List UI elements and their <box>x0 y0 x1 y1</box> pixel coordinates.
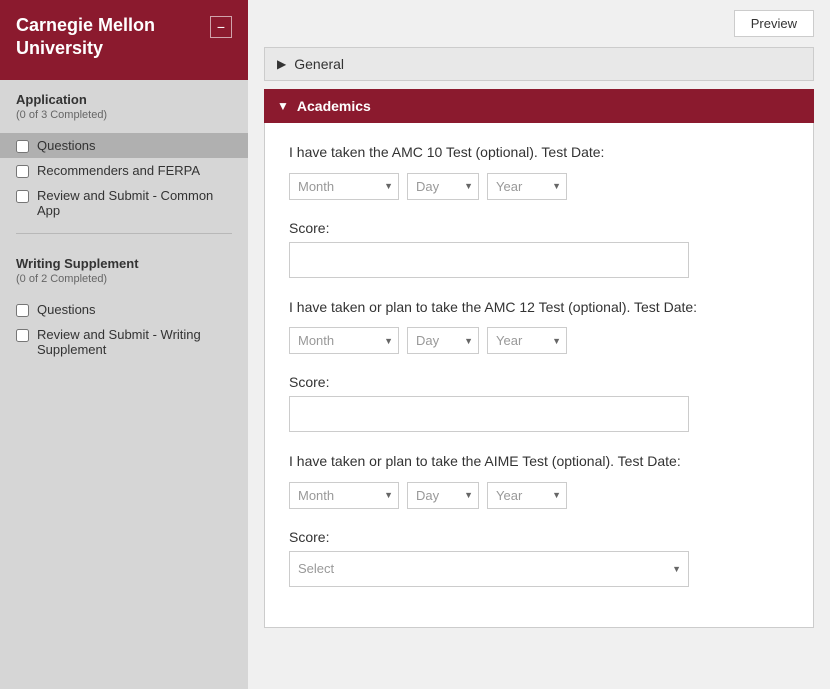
aime-year-wrapper: Year <box>487 482 567 509</box>
sidebar-header: Carnegie Mellon University − <box>0 0 248 80</box>
aime-score-select-wrapper: Select <box>289 551 689 587</box>
sidebar-item-ws-review[interactable]: Review and Submit - Writing Supplement <box>0 322 248 362</box>
aime-month-wrapper: Month <box>289 482 399 509</box>
general-arrow-icon: ▶ <box>277 57 286 71</box>
application-section: Application (0 of 3 Completed) <box>0 80 248 133</box>
amc10-question: I have taken the AMC 10 Test (optional).… <box>289 143 789 200</box>
general-accordion-label: General <box>294 56 344 72</box>
aime-month-select[interactable]: Month <box>289 482 399 509</box>
sidebar-item-label: Questions <box>37 302 96 317</box>
academics-accordion-header[interactable]: ▼ Academics <box>264 89 814 123</box>
aime-score-question: Score: Select <box>289 529 789 587</box>
sidebar-item-ws-questions[interactable]: Questions <box>0 297 248 322</box>
aime-day-select[interactable]: Day <box>407 482 479 509</box>
sidebar-item-review-common[interactable]: Review and Submit - Common App <box>0 183 248 223</box>
general-accordion-header[interactable]: ▶ General <box>264 47 814 81</box>
amc10-score-input[interactable] <box>289 242 689 278</box>
ws-questions-checkbox[interactable] <box>16 304 29 317</box>
recommenders-checkbox[interactable] <box>16 165 29 178</box>
preview-button[interactable]: Preview <box>734 10 814 37</box>
aime-day-wrapper: Day <box>407 482 479 509</box>
application-section-subtitle: (0 of 3 Completed) <box>16 109 232 121</box>
amc10-date-row: Month Day Year <box>289 173 789 200</box>
aime-date-row: Month Day Year <box>289 482 789 509</box>
amc10-score-question: Score: <box>289 220 789 278</box>
amc10-month-select[interactable]: Month <box>289 173 399 200</box>
aime-score-select[interactable]: Select <box>289 551 689 587</box>
questions-checkbox[interactable] <box>16 140 29 153</box>
amc10-label: I have taken the AMC 10 Test (optional).… <box>289 143 789 163</box>
sidebar-item-label: Recommenders and FERPA <box>37 163 200 178</box>
main-content: Preview ▶ General ▼ Academics I have tak… <box>248 0 830 689</box>
amc10-year-wrapper: Year <box>487 173 567 200</box>
sidebar-title: Carnegie Mellon University <box>16 14 210 61</box>
amc12-score-question: Score: <box>289 374 789 432</box>
amc10-year-select[interactable]: Year <box>487 173 567 200</box>
sidebar-item-label: Review and Submit - Writing Supplement <box>37 327 232 357</box>
sidebar-item-questions[interactable]: Questions <box>0 133 248 158</box>
academics-arrow-icon: ▼ <box>277 99 289 113</box>
aime-label: I have taken or plan to take the AIME Te… <box>289 452 789 472</box>
amc10-month-wrapper: Month <box>289 173 399 200</box>
amc12-score-input[interactable] <box>289 396 689 432</box>
amc10-day-wrapper: Day <box>407 173 479 200</box>
aime-year-select[interactable]: Year <box>487 482 567 509</box>
sidebar-item-recommenders[interactable]: Recommenders and FERPA <box>0 158 248 183</box>
aime-question: I have taken or plan to take the AIME Te… <box>289 452 789 509</box>
sidebar: Carnegie Mellon University − Application… <box>0 0 248 689</box>
aime-score-label: Score: <box>289 529 789 545</box>
amc12-label: I have taken or plan to take the AMC 12 … <box>289 298 789 318</box>
application-section-title: Application <box>16 92 232 107</box>
amc12-month-wrapper: Month <box>289 327 399 354</box>
minimize-button[interactable]: − <box>210 16 232 38</box>
general-accordion: ▶ General <box>264 47 814 81</box>
ws-review-checkbox[interactable] <box>16 329 29 342</box>
academics-accordion: ▼ Academics I have taken the AMC 10 Test… <box>264 89 814 628</box>
review-common-checkbox[interactable] <box>16 190 29 203</box>
amc12-question: I have taken or plan to take the AMC 12 … <box>289 298 789 355</box>
sidebar-item-label: Review and Submit - Common App <box>37 188 232 218</box>
writing-section-title: Writing Supplement <box>16 256 232 271</box>
amc12-year-select[interactable]: Year <box>487 327 567 354</box>
amc10-score-label: Score: <box>289 220 789 236</box>
writing-section: Writing Supplement (0 of 2 Completed) <box>0 244 248 297</box>
sidebar-divider-1 <box>16 233 232 234</box>
amc12-date-row: Month Day Year <box>289 327 789 354</box>
amc12-day-wrapper: Day <box>407 327 479 354</box>
amc12-year-wrapper: Year <box>487 327 567 354</box>
academics-accordion-body: I have taken the AMC 10 Test (optional).… <box>264 123 814 628</box>
amc12-day-select[interactable]: Day <box>407 327 479 354</box>
amc12-score-label: Score: <box>289 374 789 390</box>
academics-accordion-label: Academics <box>297 98 371 114</box>
sidebar-item-label: Questions <box>37 138 96 153</box>
amc10-day-select[interactable]: Day <box>407 173 479 200</box>
amc12-month-select[interactable]: Month <box>289 327 399 354</box>
writing-section-subtitle: (0 of 2 Completed) <box>16 273 232 285</box>
top-bar: Preview <box>248 0 830 47</box>
